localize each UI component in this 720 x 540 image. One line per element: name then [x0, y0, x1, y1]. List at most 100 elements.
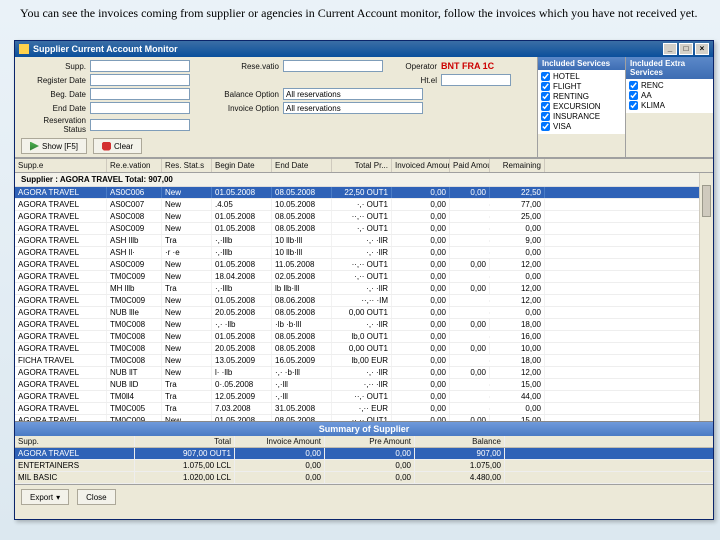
end-input[interactable]: [90, 102, 190, 114]
main-grid: Supp.eRe.e.vationRes. Stat.sBegin DateEn…: [15, 158, 713, 421]
table-row[interactable]: AGORA TRAVELASH lllbTra ·,·lllb10 llb·ll…: [15, 235, 713, 247]
table-row[interactable]: AGORA TRAVELTM0C008New 01.05.200808.05.2…: [15, 331, 713, 343]
clear-button[interactable]: Clear: [93, 138, 142, 154]
column-header[interactable]: Total Pr...: [332, 159, 392, 172]
table-row[interactable]: AGORA TRAVELTM0C008New 20.05.200808.05.2…: [15, 343, 713, 355]
checkbox-icon[interactable]: [541, 102, 550, 111]
minimize-button[interactable]: _: [663, 43, 677, 55]
maximize-button[interactable]: □: [679, 43, 693, 55]
extra-service-checkbox[interactable]: RENC: [629, 81, 710, 90]
service-checkbox[interactable]: EXCURSION: [541, 102, 622, 111]
table-row[interactable]: AGORA TRAVELMH lllbTra ·,·lllblb llb·lll…: [15, 283, 713, 295]
checkbox-icon[interactable]: [629, 101, 638, 110]
operator-value: BNT FRA 1C: [441, 61, 494, 71]
filter-zone: Supp. Rese.vatio Operator BNT FRA 1C Reg…: [15, 57, 713, 158]
supplier-input[interactable]: [90, 60, 190, 72]
table-row[interactable]: AGORA TRAVELTM0ll4Tra 12.05.2009·,·lll··…: [15, 391, 713, 403]
column-header[interactable]: Remaining: [490, 159, 545, 172]
table-row[interactable]: AGORA TRAVELAS0C007New .4.0510.05.2008·,…: [15, 199, 713, 211]
filter-left: Supp. Rese.vatio Operator BNT FRA 1C Reg…: [15, 57, 537, 157]
table-row[interactable]: AGORA TRAVELTM0C008New ·,· ·llb·lb ·b·ll…: [15, 319, 713, 331]
summary-row[interactable]: MIL BASIC1.020,00 LCL0,00 0,004.480,00: [15, 472, 713, 484]
play-icon: [30, 142, 39, 151]
column-header[interactable]: Begin Date: [212, 159, 272, 172]
clear-icon: [102, 142, 111, 151]
table-row[interactable]: AGORA TRAVELNUB llDTra 0·.05.2008·,·lll·…: [15, 379, 713, 391]
group-row[interactable]: Supplier : AGORA TRAVEL Total: 907,00: [15, 173, 713, 187]
column-header[interactable]: Invoiced Amount: [392, 159, 450, 172]
close-app-button[interactable]: Close: [77, 489, 115, 505]
register-label: Register Date: [21, 76, 86, 85]
summary-column-header[interactable]: Invoice Amount: [235, 436, 325, 447]
service-checkbox[interactable]: VISA: [541, 122, 622, 131]
window-title: Supplier Current Account Monitor: [33, 44, 178, 54]
checkbox-icon[interactable]: [541, 72, 550, 81]
column-header[interactable]: Supp.e: [15, 159, 107, 172]
table-row[interactable]: AGORA TRAVELTM0C005Tra 7.03.200831.05.20…: [15, 403, 713, 415]
end-label: End Date: [21, 104, 86, 113]
table-row[interactable]: AGORA TRAVELNUB llleNew 20.05.200808.05.…: [15, 307, 713, 319]
app-window: Supplier Current Account Monitor _ □ × S…: [14, 40, 714, 520]
begin-input[interactable]: [90, 88, 190, 100]
show-button[interactable]: Show [F5]: [21, 138, 87, 154]
checkbox-icon[interactable]: [541, 112, 550, 121]
table-row[interactable]: AGORA TRAVELNUB llTNew l· ·llb·,· ·b·lll…: [15, 367, 713, 379]
table-row[interactable]: AGORA TRAVELAS0C009New 01.05.200811.05.2…: [15, 259, 713, 271]
table-row[interactable]: AGORA TRAVELAS0C008New 01.05.200808.05.2…: [15, 211, 713, 223]
balance-label: Balance Option: [194, 90, 279, 99]
checkbox-icon[interactable]: [541, 82, 550, 91]
column-header[interactable]: End Date: [272, 159, 332, 172]
register-input[interactable]: [90, 74, 190, 86]
table-row[interactable]: AGORA TRAVELTM0C009New 18.04.200802.05.2…: [15, 271, 713, 283]
export-button[interactable]: Export ▾: [21, 489, 69, 505]
summary-panel: Summary of Supplier Supp.TotalInvoice Am…: [15, 421, 713, 484]
summary-header: Summary of Supplier: [15, 422, 713, 436]
hotel-label: Ht.el: [387, 76, 437, 85]
footer-buttons: Export ▾ Close: [15, 484, 713, 509]
checkbox-icon[interactable]: [629, 81, 638, 90]
summary-column-header[interactable]: Balance: [415, 436, 505, 447]
resstat-label: Reservation Status: [21, 116, 86, 134]
table-row[interactable]: AGORA TRAVELTM0C009New 01.05.200808.05.2…: [15, 415, 713, 421]
service-checkbox[interactable]: RENTING: [541, 92, 622, 101]
table-row[interactable]: FICHA TRAVELTM0C008New 13.05.200916.05.2…: [15, 355, 713, 367]
invoice-label: Invoice Option: [194, 104, 279, 113]
summary-column-header[interactable]: Total: [135, 436, 235, 447]
close-button[interactable]: ×: [695, 43, 709, 55]
extra-service-checkbox[interactable]: KLIMA: [629, 101, 710, 110]
balance-select[interactable]: [283, 88, 423, 100]
summary-column-header[interactable]: Pre Amount: [325, 436, 415, 447]
checkbox-icon[interactable]: [541, 122, 550, 131]
table-row[interactable]: AGORA TRAVELASH ll··r ·e ·,·lllb10 llb·l…: [15, 247, 713, 259]
recstatus-label: Rese.vatio: [194, 62, 279, 71]
titlebar: Supplier Current Account Monitor _ □ ×: [15, 41, 713, 57]
app-icon: [19, 44, 29, 54]
checkbox-icon[interactable]: [629, 91, 638, 100]
recstatus-input[interactable]: [283, 60, 383, 72]
hotel-input[interactable]: [441, 74, 511, 86]
begin-label: Beg. Date: [21, 90, 86, 99]
table-row[interactable]: AGORA TRAVELAS0C006New 01.05.200808.05.2…: [15, 187, 713, 199]
included-services-panel: Included Services HOTELFLIGHTRENTINGEXCU…: [537, 57, 625, 157]
scrollbar-thumb[interactable]: [702, 185, 711, 217]
service-checkbox[interactable]: HOTEL: [541, 72, 622, 81]
supplier-label: Supp.: [21, 62, 86, 71]
invoice-select[interactable]: [283, 102, 423, 114]
included-extra-panel: Included Extra Services RENCAAKLIMA: [625, 57, 713, 157]
service-checkbox[interactable]: FLIGHT: [541, 82, 622, 91]
grid-body[interactable]: Supplier : AGORA TRAVEL Total: 907,00 AG…: [15, 173, 713, 421]
column-header[interactable]: Re.e.vation: [107, 159, 162, 172]
included-services-header: Included Services: [538, 57, 625, 70]
vertical-scrollbar[interactable]: [699, 173, 713, 421]
checkbox-icon[interactable]: [541, 92, 550, 101]
summary-column-header[interactable]: Supp.: [15, 436, 135, 447]
column-header[interactable]: Paid Amount: [450, 159, 490, 172]
column-header[interactable]: Res. Stat.s: [162, 159, 212, 172]
service-checkbox[interactable]: INSURANCE: [541, 112, 622, 121]
summary-row[interactable]: AGORA TRAVEL907,00 OUT10,00 0,00907,00: [15, 448, 713, 460]
table-row[interactable]: AGORA TRAVELAS0C009New 01.05.200808.05.2…: [15, 223, 713, 235]
resstat-input[interactable]: [90, 119, 190, 131]
table-row[interactable]: AGORA TRAVELTM0C009New 01.05.200808.06.2…: [15, 295, 713, 307]
extra-service-checkbox[interactable]: AA: [629, 91, 710, 100]
summary-row[interactable]: ENTERTAINERS1.075,00 LCL0,00 0,001.075,0…: [15, 460, 713, 472]
